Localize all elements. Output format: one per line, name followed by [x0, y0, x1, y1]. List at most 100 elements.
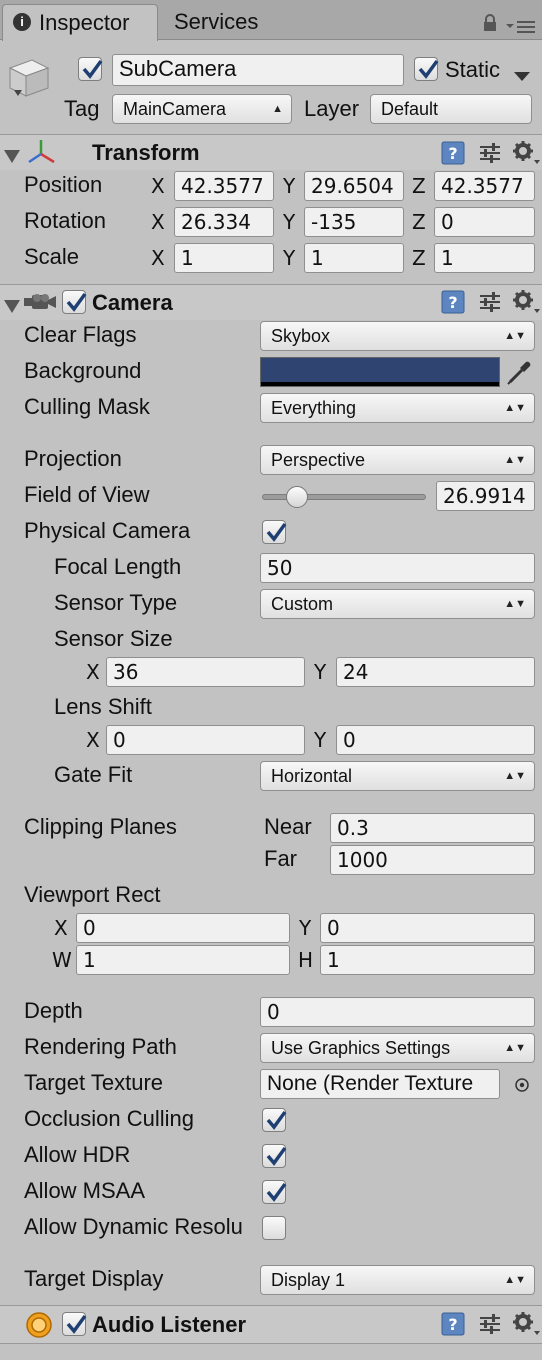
- help-book-icon[interactable]: ?: [440, 289, 466, 321]
- target-texture-field[interactable]: None (Render Texture: [260, 1069, 500, 1099]
- preset-sliders-icon[interactable]: [478, 142, 502, 170]
- eyedropper-icon[interactable]: [506, 358, 534, 392]
- occlusion-culling-checkbox[interactable]: [262, 1108, 287, 1132]
- scale-x-input[interactable]: 1: [174, 243, 274, 273]
- near-label: Near: [264, 814, 312, 839]
- lock-icon[interactable]: [481, 14, 499, 38]
- position-y-input[interactable]: 29.6504: [304, 171, 404, 201]
- tab-inspector[interactable]: i Inspector: [2, 4, 158, 41]
- foldout-arrow-icon[interactable]: [4, 296, 20, 320]
- help-book-icon[interactable]: ?: [440, 140, 466, 172]
- object-picker-icon[interactable]: [514, 1075, 530, 1099]
- transform-icon: [26, 138, 56, 172]
- culling-mask-dropdown[interactable]: Everything ▲▼: [260, 393, 535, 423]
- static-dropdown-icon[interactable]: [514, 64, 530, 88]
- bottom-divider: [0, 1343, 542, 1344]
- info-icon: i: [13, 13, 31, 31]
- transform-title: Transform: [92, 140, 200, 165]
- tab-services[interactable]: Services: [160, 4, 290, 40]
- gate-fit-value: Horizontal: [271, 766, 353, 786]
- position-x-axis: X: [151, 174, 165, 198]
- sensor-type-dropdown[interactable]: Custom ▲▼: [260, 589, 535, 619]
- gear-icon[interactable]: [512, 140, 540, 172]
- rotation-y-input[interactable]: -135: [304, 207, 404, 237]
- focal-length-label: Focal Length: [54, 554, 182, 579]
- help-book-icon[interactable]: ?: [440, 1311, 466, 1343]
- gate-fit-label: Gate Fit: [54, 762, 133, 787]
- scale-z-input[interactable]: 1: [434, 243, 535, 273]
- allow-msaa-checkbox[interactable]: [262, 1180, 287, 1204]
- allow-hdr-checkbox[interactable]: [262, 1144, 287, 1168]
- updown-arrow-icon: ▲▼: [504, 1274, 526, 1286]
- clear-flags-dropdown[interactable]: Skybox ▲▼: [260, 321, 535, 351]
- culling-mask-value: Everything: [271, 398, 357, 418]
- camera-title: Camera: [92, 290, 173, 315]
- viewport-x-label: X: [54, 916, 68, 940]
- lens-x-input[interactable]: 0: [106, 725, 305, 755]
- tab-services-label: Services: [174, 9, 259, 34]
- viewport-w-input[interactable]: 1: [76, 945, 290, 975]
- occlusion-culling-label: Occlusion Culling: [24, 1106, 194, 1131]
- target-display-value: Display 1: [271, 1270, 346, 1290]
- lens-y-input[interactable]: 0: [336, 725, 535, 755]
- updown-arrow-icon: ▲▼: [504, 330, 526, 342]
- lens-y-axis: Y: [314, 728, 327, 752]
- culling-mask-label: Culling Mask: [24, 394, 150, 419]
- audio-listener-title: Audio Listener: [92, 1312, 247, 1337]
- position-x-input[interactable]: 42.3577: [174, 171, 274, 201]
- tab-menu-icon[interactable]: [506, 16, 536, 40]
- clear-flags-label: Clear Flags: [24, 322, 137, 347]
- rotation-z-axis: Z: [412, 210, 426, 234]
- tag-dropdown[interactable]: MainCamera ▲: [112, 94, 292, 124]
- allow-msaa-label: Allow MSAA: [24, 1178, 146, 1203]
- viewport-y-input[interactable]: 0: [320, 913, 535, 943]
- target-texture-label: Target Texture: [24, 1070, 164, 1095]
- active-checkbox[interactable]: [78, 57, 103, 81]
- preset-sliders-icon[interactable]: [478, 1313, 502, 1341]
- gear-icon[interactable]: [512, 289, 540, 321]
- audio-listener-icon: [24, 1311, 54, 1345]
- audio-listener-enabled-checkbox[interactable]: [62, 1312, 87, 1336]
- focal-length-input[interactable]: 50: [260, 553, 535, 583]
- scale-y-input[interactable]: 1: [304, 243, 404, 273]
- svg-text:?: ?: [448, 144, 457, 163]
- foldout-arrow-icon[interactable]: [4, 146, 20, 170]
- depth-input[interactable]: 0: [260, 997, 535, 1027]
- viewport-h-input[interactable]: 1: [320, 945, 535, 975]
- updown-arrow-icon: ▲: [272, 103, 283, 115]
- rotation-z-input[interactable]: 0: [434, 207, 535, 237]
- rotation-y-axis: Y: [283, 210, 296, 234]
- target-display-label: Target Display: [24, 1266, 164, 1291]
- static-checkbox[interactable]: [414, 57, 439, 81]
- updown-arrow-icon: ▲▼: [504, 1042, 526, 1054]
- object-name-input[interactable]: SubCamera: [112, 54, 404, 86]
- sensor-y-input[interactable]: 24: [336, 657, 535, 687]
- fov-input[interactable]: 26.9914: [436, 481, 535, 511]
- gate-fit-dropdown[interactable]: Horizontal ▲▼: [260, 761, 535, 791]
- layer-dropdown[interactable]: Default: [370, 94, 532, 124]
- viewport-x-input[interactable]: 0: [76, 913, 290, 943]
- updown-arrow-icon: ▲▼: [504, 598, 526, 610]
- preset-sliders-icon[interactable]: [478, 291, 502, 319]
- camera-enabled-checkbox[interactable]: [62, 290, 87, 314]
- target-display-dropdown[interactable]: Display 1 ▲▼: [260, 1265, 535, 1295]
- fov-label: Field of View: [24, 482, 150, 507]
- clipping-planes-label: Clipping Planes: [24, 814, 177, 839]
- projection-dropdown[interactable]: Perspective ▲▼: [260, 445, 535, 475]
- clear-flags-value: Skybox: [271, 326, 331, 346]
- sensor-y-axis: Y: [314, 660, 327, 684]
- sensor-x-input[interactable]: 36: [106, 657, 305, 687]
- near-input[interactable]: 0.3: [330, 813, 535, 843]
- physical-camera-checkbox[interactable]: [262, 520, 287, 544]
- rotation-x-input[interactable]: 26.334: [174, 207, 274, 237]
- rendering-path-dropdown[interactable]: Use Graphics Settings ▲▼: [260, 1033, 535, 1063]
- position-z-input[interactable]: 42.3577: [434, 171, 535, 201]
- background-color-swatch[interactable]: [260, 357, 500, 387]
- gear-icon[interactable]: [512, 1311, 540, 1343]
- rotation-label: Rotation: [24, 208, 106, 233]
- svg-text:?: ?: [448, 293, 457, 312]
- far-input[interactable]: 1000: [330, 845, 535, 875]
- tab-inspector-label: Inspector: [39, 10, 130, 35]
- allow-dynamic-resolution-checkbox[interactable]: [262, 1216, 286, 1240]
- fov-slider-thumb[interactable]: [286, 486, 309, 508]
